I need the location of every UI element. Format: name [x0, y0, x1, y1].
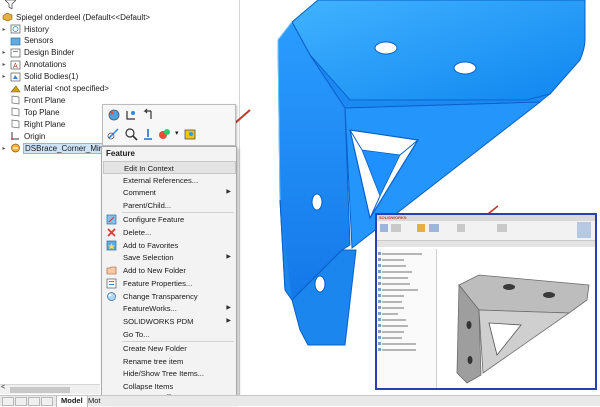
menu-item-label: Create New Folder [123, 343, 187, 353]
menu-item-add-to-new-folder[interactable]: Add to New Folder [103, 264, 236, 277]
appearance-dropdown-icon[interactable] [158, 127, 172, 141]
delete-icon [107, 228, 116, 237]
inset-feature-tree [377, 249, 437, 388]
submenu-arrow-icon: ▶ [226, 317, 231, 324]
bottom-tab-bar: Model Mot [0, 395, 600, 407]
menu-item-solidworks-pdm[interactable]: SOLIDWORKS PDM ▶ [103, 315, 236, 328]
menu-item-go-to[interactable]: Go To... [103, 328, 236, 341]
menu-item-label: Add to Favorites [123, 240, 179, 250]
menu-item-label: Configure Feature [123, 215, 185, 225]
menu-item-external-references[interactable]: External References... [103, 174, 236, 187]
submenu-arrow-icon: ▶ [226, 189, 231, 196]
menu-item-add-to-favorites[interactable]: Add to Favorites [103, 239, 236, 252]
menu-item-label: Delete... [123, 228, 152, 237]
tab-last-icon[interactable] [41, 397, 53, 406]
menu-item-save-selection[interactable]: Save Selection ▶ [103, 251, 236, 264]
favorites-icon [106, 240, 117, 251]
menu-item-label: Save Selection [123, 253, 174, 263]
menu-item-label: Edit In Context [124, 164, 174, 173]
feature-context-menu: Feature (DSBrace_Corner_Mirrored) Edit I… [101, 146, 237, 403]
chevron-down-icon[interactable]: ▾ [175, 129, 179, 137]
inset-ribbon [377, 221, 595, 241]
tab-prev-icon[interactable] [15, 397, 27, 406]
menu-item-label: Add to New Folder [123, 266, 186, 276]
menu-item-comment[interactable]: Comment ▶ [103, 186, 236, 199]
menu-item-label: Rename tree item [123, 356, 184, 366]
tab-model[interactable]: Model [56, 396, 88, 407]
menu-item-label: SOLIDWORKS PDM [123, 316, 194, 326]
zoom-to-selection-icon[interactable] [124, 127, 138, 141]
folder-icon [106, 266, 117, 275]
menu-item-label: Parent/Child... [123, 201, 172, 211]
properties-icon [106, 278, 117, 289]
menu-item-edit-in-context[interactable]: Edit In Context [103, 161, 236, 174]
menu-item-label: Feature Properties... [123, 278, 193, 288]
rollback-icon[interactable] [141, 108, 155, 122]
rebuild-icon[interactable] [124, 108, 138, 122]
menu-item-parent-child[interactable]: Parent/Child... [103, 199, 236, 212]
context-toolbar: ▾ [102, 104, 236, 146]
tab-next-icon[interactable] [28, 397, 40, 406]
scene-icon[interactable] [183, 127, 197, 141]
tab-first-icon[interactable] [2, 397, 14, 406]
menu-item-label: FeatureWorks... [123, 304, 177, 314]
menu-item-label: Comment [123, 188, 156, 198]
transparency-icon [107, 291, 116, 301]
menu-item-label: Change Transparency [123, 291, 198, 301]
appearance-icon[interactable] [107, 108, 121, 122]
menu-item-label: Hide/Show Tree Items... [123, 369, 205, 379]
inset-screenshot: SOLIDWORKS [375, 213, 597, 390]
menu-item-configure-feature[interactable]: Configure Feature [103, 213, 236, 226]
inset-tabs [377, 241, 595, 247]
context-menu-header: Feature (DSBrace_Corner_Mirrored) [106, 149, 212, 171]
configure-feature-icon [106, 214, 117, 225]
menu-item-change-transparency[interactable]: Change Transparency [103, 290, 236, 303]
menu-item-feature-properties[interactable]: Feature Properties... [103, 277, 236, 290]
menu-item-delete[interactable]: Delete... [103, 226, 236, 239]
menu-item-featureworks[interactable]: FeatureWorks... ▶ [103, 302, 236, 315]
inset-bracket-model [456, 274, 590, 384]
menu-item-hide-show-tree-items[interactable]: Hide/Show Tree Items... [103, 367, 236, 380]
tab-motion-study[interactable]: Mot [84, 396, 105, 407]
menu-item-label: Go To... [123, 329, 150, 339]
menu-item-rename-tree-item[interactable]: Rename tree item [103, 355, 236, 368]
menu-item-create-new-folder[interactable]: Create New Folder [103, 342, 236, 355]
sketch-icon[interactable] [107, 127, 121, 141]
normal-to-icon[interactable] [141, 127, 155, 141]
submenu-arrow-icon: ▶ [226, 305, 231, 312]
submenu-arrow-icon: ▶ [226, 254, 231, 261]
menu-item-label: External References... [123, 175, 199, 185]
